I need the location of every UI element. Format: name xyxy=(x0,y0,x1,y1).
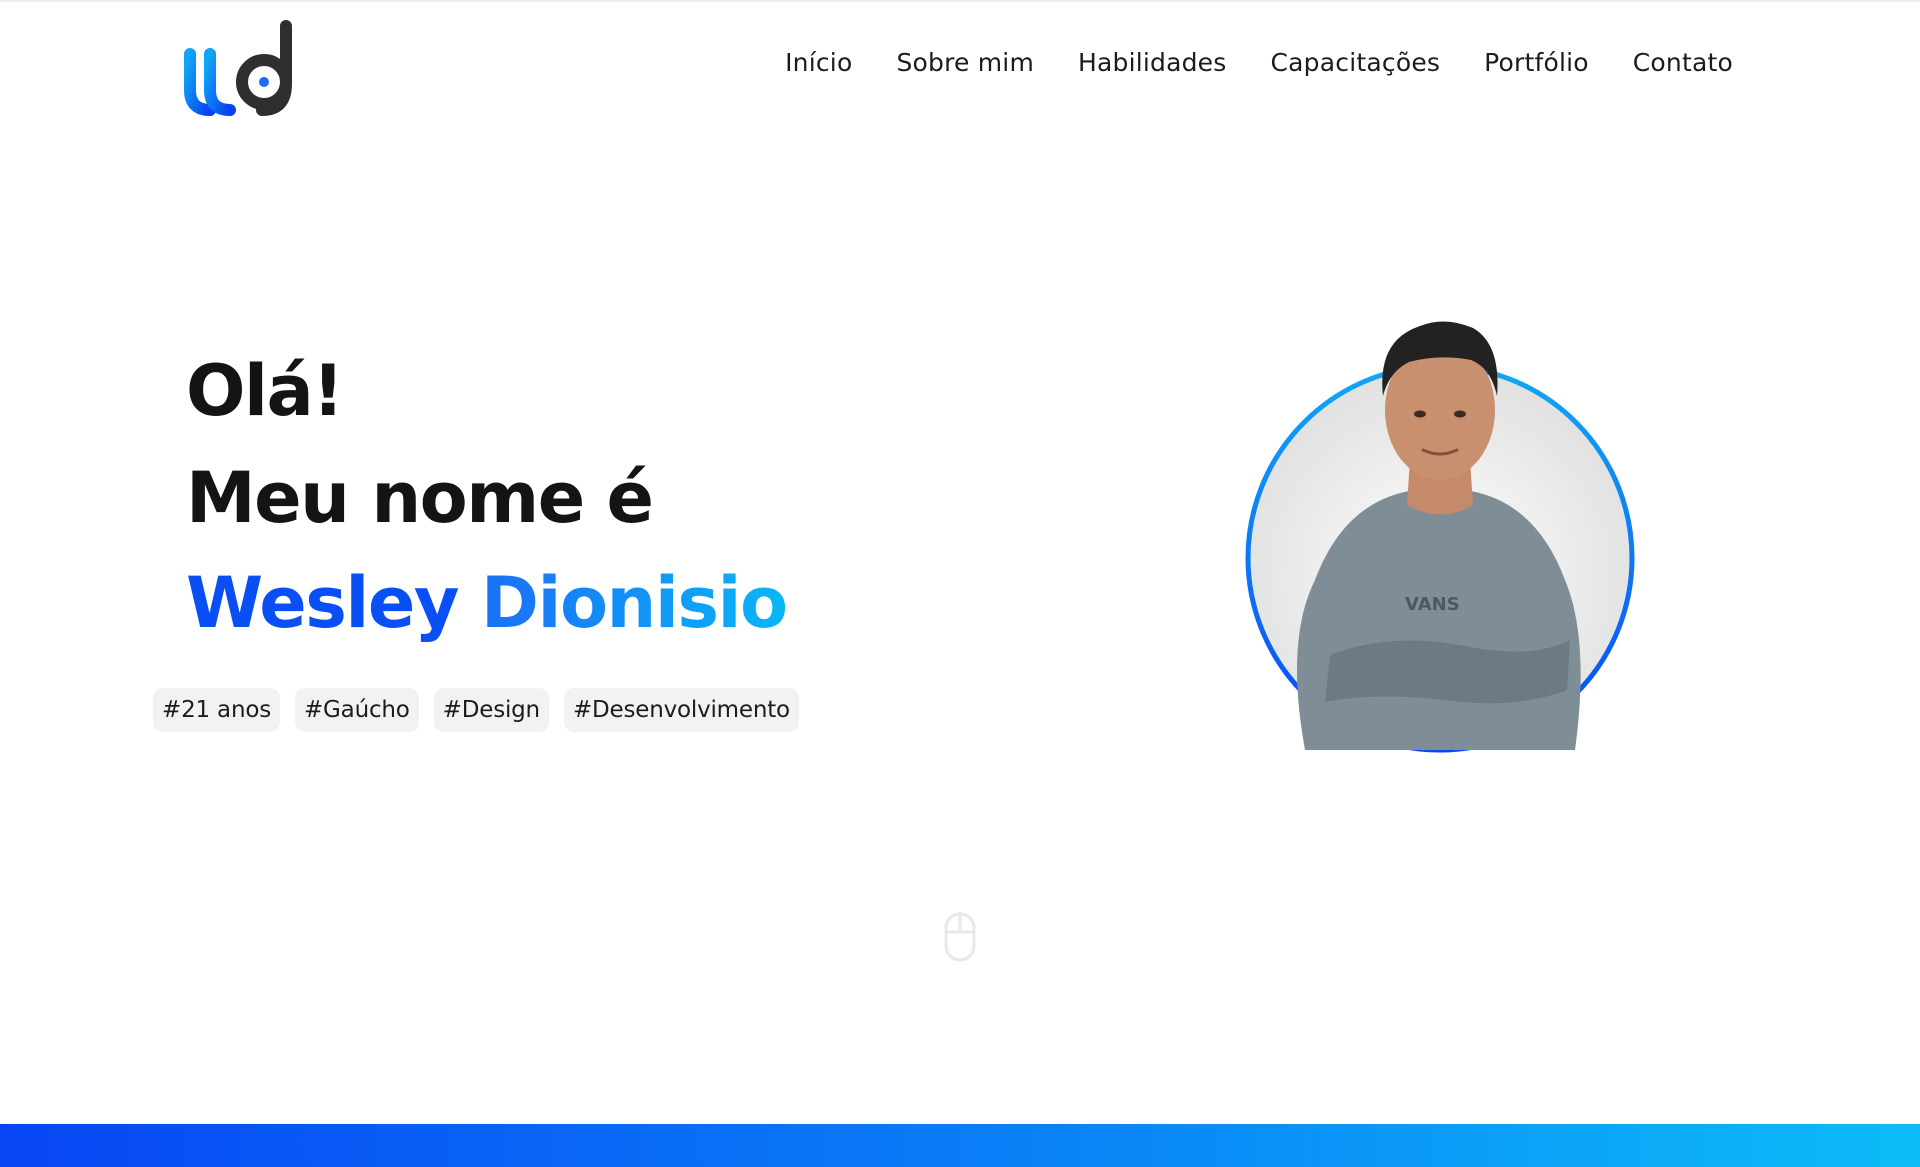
hero-greeting: Olá! xyxy=(186,350,344,432)
wd-logo-icon xyxy=(184,20,292,116)
logo[interactable] xyxy=(184,20,310,116)
nav-habilidades[interactable]: Habilidades xyxy=(1078,48,1227,77)
nav-capacitacoes[interactable]: Capacitações xyxy=(1271,48,1441,77)
profile-photo: VANS xyxy=(1245,310,1635,754)
nav-portfolio[interactable]: Portfólio xyxy=(1484,48,1589,77)
top-border xyxy=(0,0,1920,2)
nav-inicio[interactable]: Início xyxy=(785,48,852,77)
hero-intro: Meu nome é xyxy=(186,457,654,539)
nav-contato[interactable]: Contato xyxy=(1633,48,1733,77)
hero-name: Wesley Dionisio xyxy=(186,568,788,638)
tag-development: #Desenvolvimento xyxy=(563,688,799,732)
profile-photo-image: VANS xyxy=(1245,321,1635,753)
svg-text:VANS: VANS xyxy=(1405,594,1460,615)
nav-sobre-mim[interactable]: Sobre mim xyxy=(896,48,1034,77)
tag-design: #Design xyxy=(433,688,549,732)
tag-origin: #Gaúcho xyxy=(294,688,419,732)
mouse-scroll-icon[interactable] xyxy=(944,912,976,962)
hero-last-name: Dionisio xyxy=(480,562,788,644)
main-nav: Início Sobre mim Habilidades Capacitaçõe… xyxy=(785,48,1733,77)
tag-age: #21 anos xyxy=(153,688,280,732)
bottom-gradient-bar xyxy=(0,1124,1920,1167)
hero-tags: #21 anos #Gaúcho #Design #Desenvolviment… xyxy=(153,688,799,732)
hero-first-name: Wesley xyxy=(186,562,459,644)
